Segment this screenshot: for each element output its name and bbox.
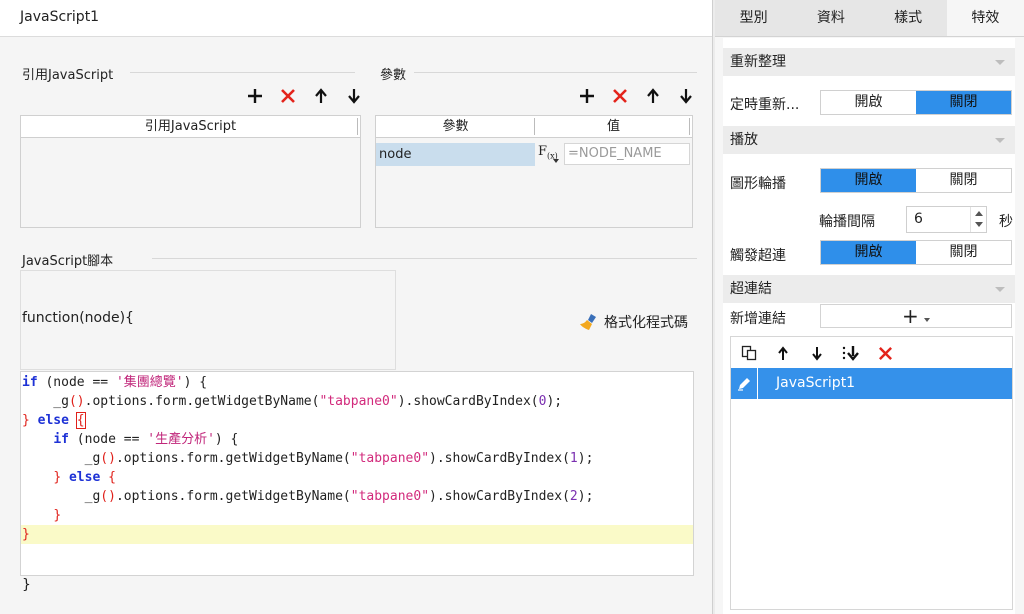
code-line-current: } [21,525,693,544]
param-name-cell[interactable]: node [376,143,535,166]
code-line: } else { [53,470,116,485]
javascript-dialog: JavaScript1 引用JavaScript 引用JavaScript 參數… [0,0,713,614]
params-toolbar [577,86,696,106]
timed-refresh-toggle: 開啟 關閉 [820,90,1012,115]
interval-unit: 秒 [999,214,1013,230]
add-link-label: 新增連結 [730,311,786,327]
code-line: } else { [22,412,86,429]
properties-panel: 型別 資料 樣式 特效 重新整理 定時重新... 開啟 關閉 播放 圖形輪播 開… [715,0,1024,614]
increment-icon [975,211,983,216]
format-code-button[interactable]: 格式化程式碼 [578,312,688,332]
add-icon[interactable] [577,86,597,106]
link-list-panel: JavaScript1 [730,336,1013,610]
decrement-icon [975,222,983,227]
refresh-group-header[interactable]: 重新整理 [723,48,1015,76]
code-editor[interactable]: if (node == '集團總覽') { _g().options.form.… [20,371,694,576]
params-section-label: 參數 [380,68,407,83]
toggle-on-option[interactable]: 開啟 [821,169,916,192]
interval-value: 6 [914,211,923,227]
code-line: } [53,508,62,523]
link-list-toolbar [739,343,895,363]
link-list-item[interactable]: JavaScript1 [731,368,1012,399]
code-line: if (node == '生產分析') { [53,432,239,447]
code-line: _g().options.form.getWidgetByName("tabpa… [22,451,594,466]
format-code-label: 格式化程式碼 [604,315,688,331]
code-line: _g().options.form.getWidgetByName("tabpa… [22,489,594,504]
code-line: if (node == '集團總覽') { [22,375,208,390]
param-column-header: 參數 [376,116,535,138]
collapse-arrow-icon [995,138,1005,143]
toggle-on-option[interactable]: 開啟 [821,91,916,114]
move-bottom-icon[interactable] [841,343,861,363]
dialog-title: JavaScript1 [0,0,712,37]
add-icon[interactable] [245,86,265,106]
app-root: JavaScript1 引用JavaScript 引用JavaScript 參數… [0,0,1024,614]
column-separator [357,118,358,135]
dropdown-caret-icon [923,317,930,322]
toggle-off-option[interactable]: 關閉 [916,169,1011,192]
copy-icon[interactable] [739,343,759,363]
toggle-off-option[interactable]: 關閉 [916,91,1011,114]
hyperlink-group-header[interactable]: 超連結 [723,275,1015,303]
delete-icon[interactable] [875,343,895,363]
toggle-on-option[interactable]: 開啟 [821,241,916,264]
tab-effects[interactable]: 特效 [946,0,1024,36]
divider [414,72,697,73]
trigger-link-toggle: 開啟 關閉 [820,240,1012,265]
function-head: function(node){ [22,310,134,326]
collapse-arrow-icon [995,60,1005,65]
tab-type[interactable]: 型別 [715,0,792,36]
carousel-toggle: 開啟 關閉 [820,168,1012,193]
interval-label: 輪播間隔 [819,214,875,230]
delete-icon[interactable] [610,86,630,106]
divider [130,72,355,73]
timed-refresh-label: 定時重新... [730,97,800,113]
broom-icon [580,314,596,330]
link-item-label: JavaScript1 [776,375,856,391]
value-column-header: 值 [535,116,692,138]
stepper-buttons[interactable] [970,207,986,232]
edit-pencil-icon[interactable] [731,368,758,399]
column-separator [689,118,690,135]
move-down-icon[interactable] [676,86,696,106]
delete-icon[interactable] [278,86,298,106]
divider [152,258,697,259]
trigger-link-label: 觸發超連 [730,248,786,264]
carousel-label: 圖形輪播 [730,176,786,192]
tab-data[interactable]: 資料 [792,0,869,36]
property-tabs: 型別 資料 樣式 特效 [715,0,1024,37]
cited-js-toolbar [245,86,364,106]
move-up-icon[interactable] [773,343,793,363]
formula-icon[interactable]: F(x) [538,144,562,166]
cited-js-table: 引用JavaScript [20,115,361,228]
move-up-icon[interactable] [311,86,331,106]
cited-js-column-header: 引用JavaScript [21,116,360,138]
toggle-off-option[interactable]: 關閉 [916,241,1011,264]
script-section-label: JavaScript腳本 [22,254,114,269]
add-link-button[interactable]: + [820,304,1012,328]
function-tail: } [22,577,31,593]
code-line: _g().options.form.getWidgetByName("tabpa… [22,394,563,409]
params-table: 參數 值 node F(x) =NODE_NAME [375,115,693,228]
play-group-header[interactable]: 播放 [723,126,1015,154]
move-down-icon[interactable] [807,343,827,363]
move-down-icon[interactable] [344,86,364,106]
interval-stepper[interactable]: 6 [906,206,987,233]
collapse-arrow-icon [995,287,1005,292]
cited-js-section-label: 引用JavaScript [22,68,114,83]
plus-icon: + [902,304,919,328]
move-up-icon[interactable] [643,86,663,106]
param-value-input[interactable]: =NODE_NAME [564,143,690,165]
tab-style[interactable]: 樣式 [870,0,947,36]
